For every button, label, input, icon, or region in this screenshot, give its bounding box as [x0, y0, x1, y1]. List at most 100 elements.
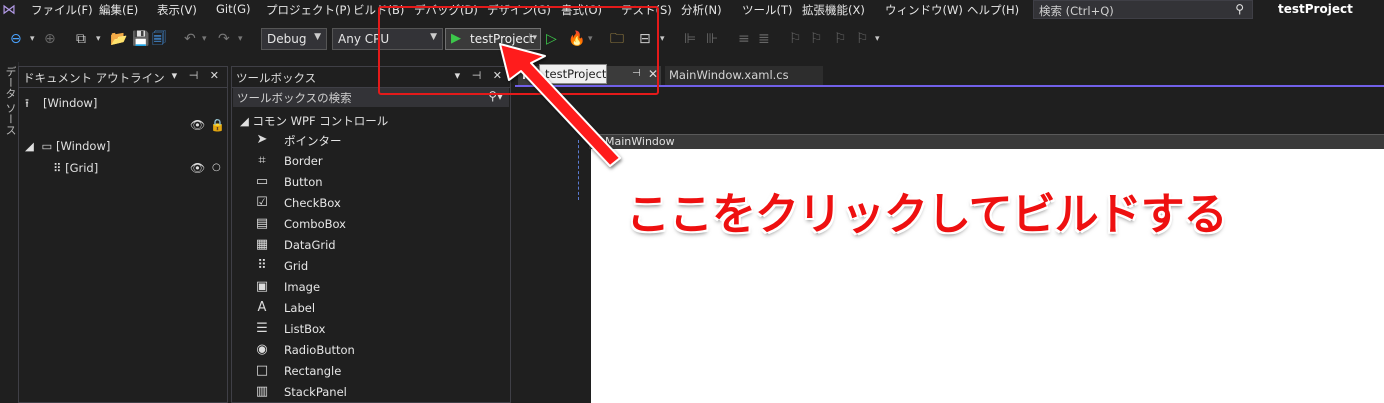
- tree-item-label: [Grid]: [65, 161, 99, 175]
- toolbox-item[interactable]: ▥ StackPanel: [250, 382, 505, 403]
- toolbox-item-label: RadioButton: [284, 343, 355, 357]
- toolbox-item[interactable]: ⠿ Grid: [250, 256, 505, 277]
- grid-icon: ⠿: [53, 161, 62, 175]
- stackpanel-icon: ▥: [255, 384, 269, 399]
- bookmark-icon[interactable]: ⚐: [789, 30, 802, 48]
- menu-view[interactable]: 表示(V): [157, 2, 197, 18]
- undo-dropdown-icon[interactable]: ▾: [202, 30, 207, 48]
- align-left-icon[interactable]: ⊫: [684, 30, 696, 48]
- search-box[interactable]: 検索 (Ctrl+Q) ⚲: [1033, 0, 1253, 19]
- button-icon: ▭: [255, 174, 269, 189]
- save-all-icon[interactable]: 🗐: [152, 30, 166, 48]
- toolbox-item[interactable]: ☑ CheckBox: [250, 193, 505, 214]
- menu-extensions[interactable]: 拡張機能(X): [802, 2, 865, 18]
- window-icon: ▭: [41, 139, 53, 153]
- toolbox-item-label: Label: [284, 301, 316, 315]
- toolbox-panel: ツールボックス ▾ ⊣ ✕ ツールボックスの検索 ⚲▾ ◢ コモン WPF コン…: [231, 66, 511, 403]
- tab-mainwindow-xaml-cs[interactable]: MainWindow.xaml.cs: [665, 66, 823, 85]
- listbox-icon: ☰: [256, 321, 268, 336]
- redo-dropdown-icon[interactable]: ▾: [238, 30, 243, 48]
- toolbox-item[interactable]: ▤ ComboBox: [250, 214, 505, 235]
- navigate-back-icon[interactable]: ⊖: [10, 30, 22, 48]
- lock-icon[interactable]: 🔒: [210, 118, 225, 132]
- rectangle-icon: □: [255, 363, 269, 378]
- previous-bookmark-icon[interactable]: ⚐: [810, 30, 823, 48]
- align-right-icon[interactable]: ⊪: [706, 30, 718, 48]
- menu-tools[interactable]: ツール(T): [742, 2, 793, 18]
- toolbox-item-label: Button: [284, 175, 323, 189]
- grid-icon: ⠿: [257, 258, 267, 273]
- design-window-titlebar[interactable]: MainWindow: [589, 134, 1384, 149]
- pointer-icon: ➤: [256, 132, 268, 147]
- lock-open-icon[interactable]: ○: [212, 162, 221, 173]
- toolbox-item-label: Border: [284, 154, 323, 168]
- redo-icon[interactable]: ↷: [218, 30, 230, 48]
- toolbox-item[interactable]: A Label: [250, 298, 505, 319]
- toolbox-category-label: コモン WPF コントロール: [252, 114, 389, 128]
- tree-item-window[interactable]: ◢ ▭ [Window]: [25, 139, 110, 153]
- undo-icon[interactable]: ↶: [184, 30, 196, 48]
- toolbox-item-label: StackPanel: [284, 385, 347, 399]
- document-outline-title: ドキュメント アウトライン: [23, 71, 165, 85]
- open-folder-icon[interactable]: 📂: [110, 30, 127, 48]
- tab-label: MainWindow.xaml.cs: [669, 68, 789, 82]
- toolbox-item[interactable]: □ Rectangle: [250, 361, 505, 382]
- layout-dropdown-icon[interactable]: ▾: [660, 30, 665, 48]
- toolbox-item[interactable]: ☰ ListBox: [250, 319, 505, 340]
- navigate-forward-icon[interactable]: ⊕: [44, 30, 56, 48]
- menu-window[interactable]: ウィンドウ(W): [885, 2, 963, 18]
- toolbar-overflow-icon[interactable]: ▾: [875, 30, 880, 48]
- image-icon: ▣: [255, 279, 269, 294]
- new-dropdown-icon[interactable]: ▾: [96, 30, 101, 48]
- annotation-text: ここをクリックしてビルドする: [626, 189, 1228, 240]
- menu-project[interactable]: プロジェクト(P): [266, 2, 351, 18]
- toolbox-search-placeholder: ツールボックスの検索: [237, 91, 352, 105]
- search-placeholder: 検索 (Ctrl+Q): [1039, 4, 1114, 18]
- designer-ruler: [578, 140, 580, 200]
- toolbox-title: ツールボックス: [236, 71, 317, 85]
- up-arrow-icon[interactable]: ⭱: [25, 96, 29, 115]
- document-outline-panel: ドキュメント アウトライン ▾ ⊣ ✕ ⭱ [Window] 👁 🔒 ◢ ▭ […: [18, 66, 228, 403]
- menu-git[interactable]: Git(G): [216, 2, 251, 16]
- save-icon[interactable]: 💾: [132, 30, 149, 48]
- toolbox-item[interactable]: ⌗ Border: [250, 151, 505, 172]
- toolbox-item[interactable]: ◉ RadioButton: [250, 340, 505, 361]
- visibility-eye-icon[interactable]: 👁: [190, 118, 205, 132]
- panel-controls[interactable]: ▾ ⊣ ✕: [172, 69, 223, 82]
- design-window-title: MainWindow: [605, 135, 675, 148]
- menu-analyze[interactable]: 分析(N): [681, 2, 722, 18]
- label-icon: A: [257, 300, 267, 315]
- configuration-combo[interactable]: Debug ▼: [261, 28, 327, 50]
- data-source-strip[interactable]: データ ソース: [0, 62, 19, 403]
- tooltip: testProject: [539, 64, 607, 84]
- back-dropdown-icon[interactable]: ▾: [30, 30, 35, 48]
- menu-file[interactable]: ファイル(F): [31, 2, 93, 18]
- configuration-value: Debug: [267, 32, 307, 46]
- menu-help[interactable]: ヘルプ(H): [967, 2, 1019, 18]
- toolbox-item-label: Image: [284, 280, 321, 294]
- expand-triangle-icon[interactable]: ◢: [25, 139, 34, 153]
- visibility-eye-icon[interactable]: 👁: [190, 161, 205, 175]
- next-bookmark-icon[interactable]: ⚐: [834, 30, 847, 48]
- comment-icon[interactable]: ≡: [738, 30, 750, 48]
- toolbox-item-label: ComboBox: [284, 217, 346, 231]
- visual-studio-logo-icon[interactable]: ⋈: [2, 2, 18, 18]
- new-project-icon[interactable]: ⧉: [76, 30, 86, 48]
- outline-root-label: [Window]: [43, 96, 98, 110]
- menu-edit[interactable]: 編集(E): [99, 2, 138, 18]
- toolbox-item[interactable]: ▭ Button: [250, 172, 505, 193]
- toolbox-category[interactable]: ◢ コモン WPF コントロール: [240, 113, 388, 129]
- uncomment-icon[interactable]: ≣: [758, 30, 770, 48]
- toolbox-item[interactable]: ▣ Image: [250, 277, 505, 298]
- tree-item-label: [Window]: [56, 139, 111, 153]
- search-icon: ⚲: [1235, 2, 1244, 16]
- toolbox-item[interactable]: ▦ DataGrid: [250, 235, 505, 256]
- combobox-icon: ▤: [255, 216, 269, 231]
- toolbox-item-label: Rectangle: [284, 364, 342, 378]
- radiobutton-icon: ◉: [256, 342, 268, 357]
- clear-bookmarks-icon[interactable]: ⚐: [856, 30, 869, 48]
- highlight-box: [378, 6, 659, 95]
- tree-item-grid[interactable]: ⠿ [Grid]: [53, 161, 98, 175]
- data-source-label: データ ソース: [4, 66, 17, 136]
- toolbox-item[interactable]: ➤ ポインター: [250, 130, 505, 151]
